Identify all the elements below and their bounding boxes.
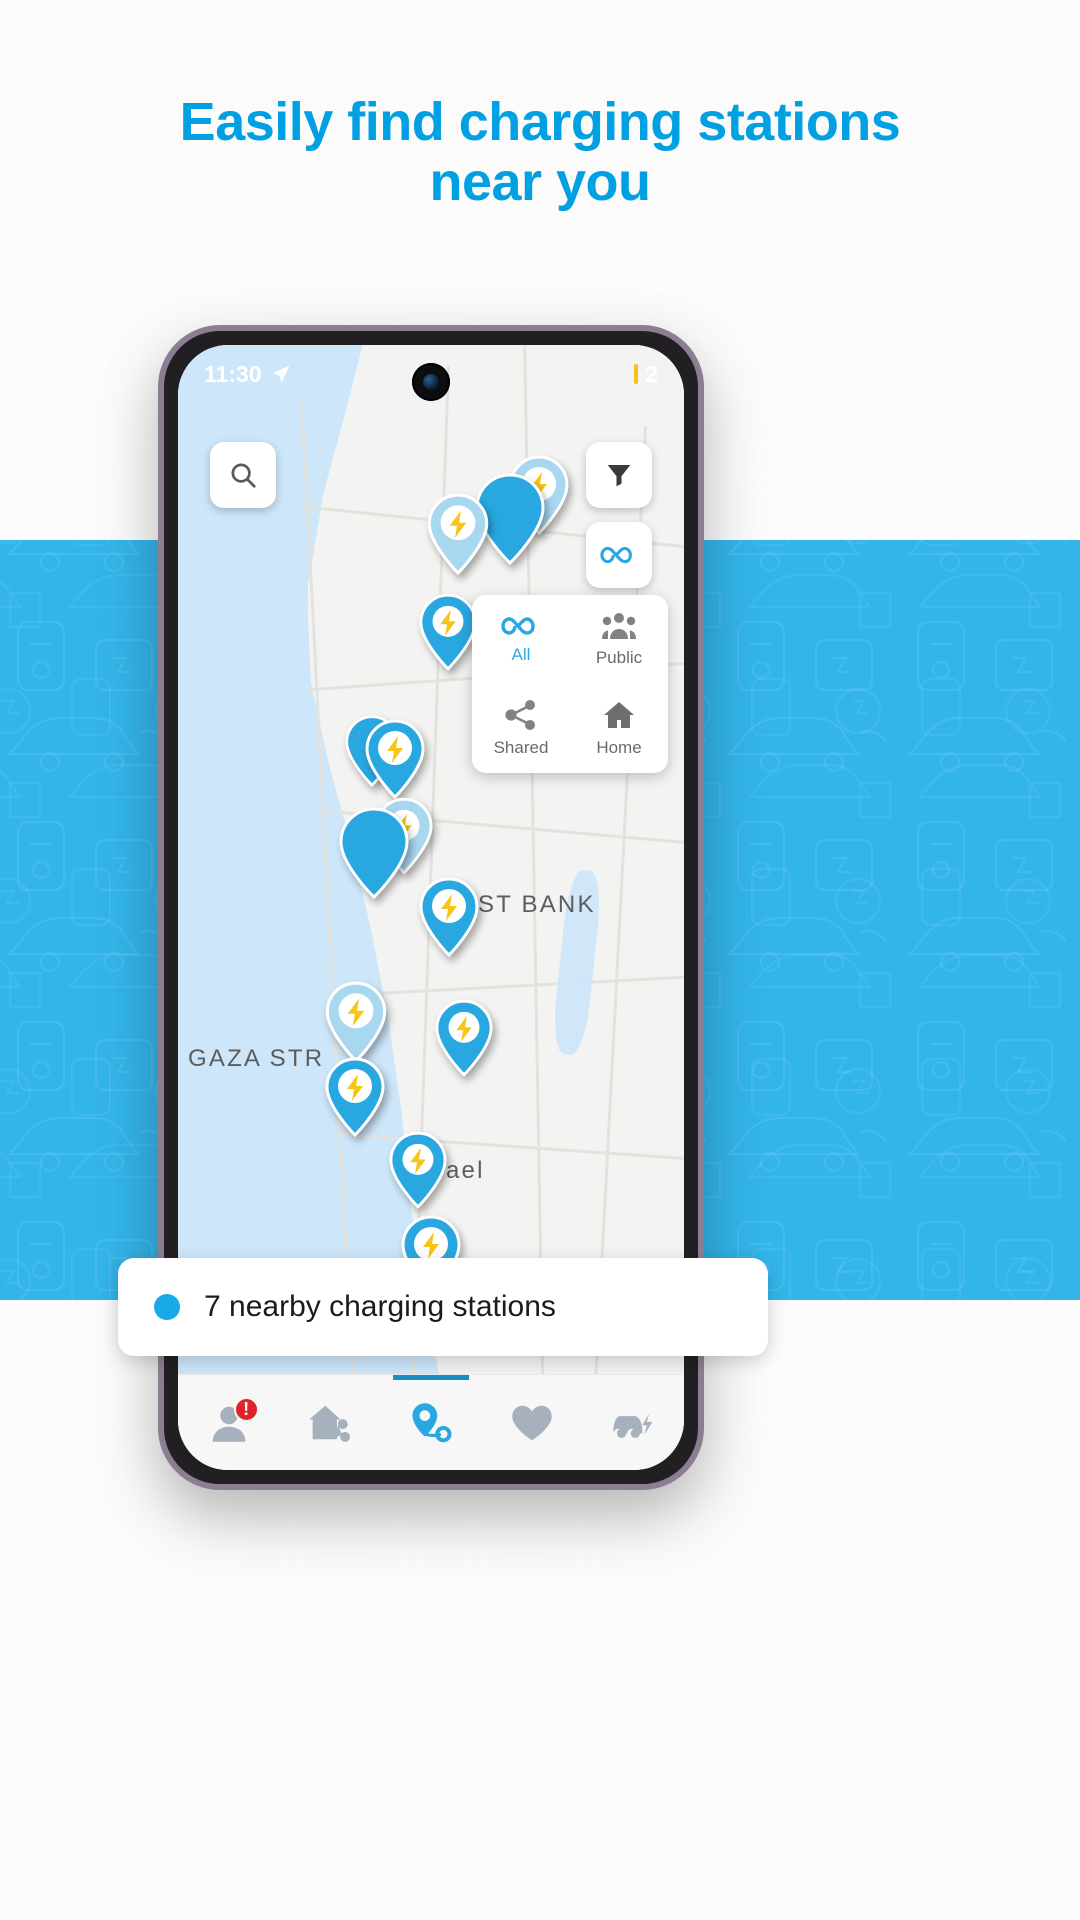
nav-item-my-car[interactable] xyxy=(589,1375,677,1471)
status-time: 11:30 xyxy=(204,360,262,387)
map-pin-station[interactable] xyxy=(324,981,388,1063)
map-pin-station[interactable] xyxy=(418,877,480,957)
status-bar-right: 2 xyxy=(634,361,658,388)
map-pin-station[interactable] xyxy=(324,1057,386,1137)
nav-item-favorites[interactable] xyxy=(488,1375,576,1471)
all-toggle-button[interactable] xyxy=(586,522,652,588)
share-icon xyxy=(505,699,535,730)
filter-option-public[interactable]: Public xyxy=(570,595,668,684)
battery-level: 2 xyxy=(645,360,658,387)
nearby-stations-label: 7 nearby charging stations xyxy=(204,1290,556,1323)
map-label-israel: ael xyxy=(446,1157,485,1184)
headline-line-2: near you xyxy=(429,152,651,213)
phone-side-button-2 xyxy=(699,631,704,727)
map-pin-station[interactable] xyxy=(364,719,426,799)
navigation-arrow-icon xyxy=(272,365,289,383)
headline-line-1: Easily find charging stations xyxy=(179,92,901,152)
infinity-icon xyxy=(600,546,632,564)
filter-button[interactable] xyxy=(586,442,652,508)
phone-side-button-1 xyxy=(699,541,704,595)
people-icon xyxy=(602,612,636,639)
status-dot-icon xyxy=(154,1294,180,1320)
filter-option-label: Home xyxy=(596,737,642,757)
filter-option-label: Shared xyxy=(493,737,549,757)
page-title: Easily find charging stations near you xyxy=(0,92,1080,213)
filter-option-home[interactable]: Home xyxy=(570,684,668,773)
search-icon xyxy=(231,463,256,488)
map-pin-route-icon xyxy=(412,1402,452,1442)
filter-icon xyxy=(607,465,631,487)
map-pin-station[interactable] xyxy=(426,493,490,575)
search-button[interactable] xyxy=(210,442,276,508)
battery-icon xyxy=(634,364,639,384)
nav-item-profile[interactable]: ! xyxy=(185,1375,273,1471)
nav-item-map[interactable] xyxy=(387,1374,475,1471)
infinity-icon xyxy=(501,616,535,635)
status-bar-left: 11:30 xyxy=(204,361,291,388)
map-pin-station[interactable] xyxy=(418,593,478,671)
car-charge-icon xyxy=(613,1413,653,1438)
filter-option-label: Public xyxy=(595,647,643,667)
map-label-gaza-strip: GAZA STR xyxy=(188,1045,325,1072)
home-share-icon xyxy=(308,1405,350,1442)
front-camera xyxy=(412,363,450,401)
heart-icon xyxy=(512,1405,552,1440)
map-pin-station[interactable] xyxy=(434,999,494,1077)
bottom-navigation-bar[interactable]: ! xyxy=(178,1374,684,1470)
map-label-west-bank: ST BANK xyxy=(478,891,596,918)
filter-option-label: All xyxy=(511,644,531,664)
home-icon xyxy=(604,701,634,728)
notification-badge: ! xyxy=(233,1396,259,1422)
filter-panel[interactable]: All Public Shared Home xyxy=(472,595,668,773)
filter-option-shared[interactable]: Shared xyxy=(472,684,570,773)
map-pin-cluster[interactable] xyxy=(338,807,410,899)
filter-option-all[interactable]: All xyxy=(472,595,570,684)
nearby-stations-card[interactable]: 7 nearby charging stations xyxy=(118,1258,768,1356)
map-pin-station[interactable] xyxy=(388,1131,448,1209)
nav-item-shared-home[interactable] xyxy=(286,1375,374,1471)
